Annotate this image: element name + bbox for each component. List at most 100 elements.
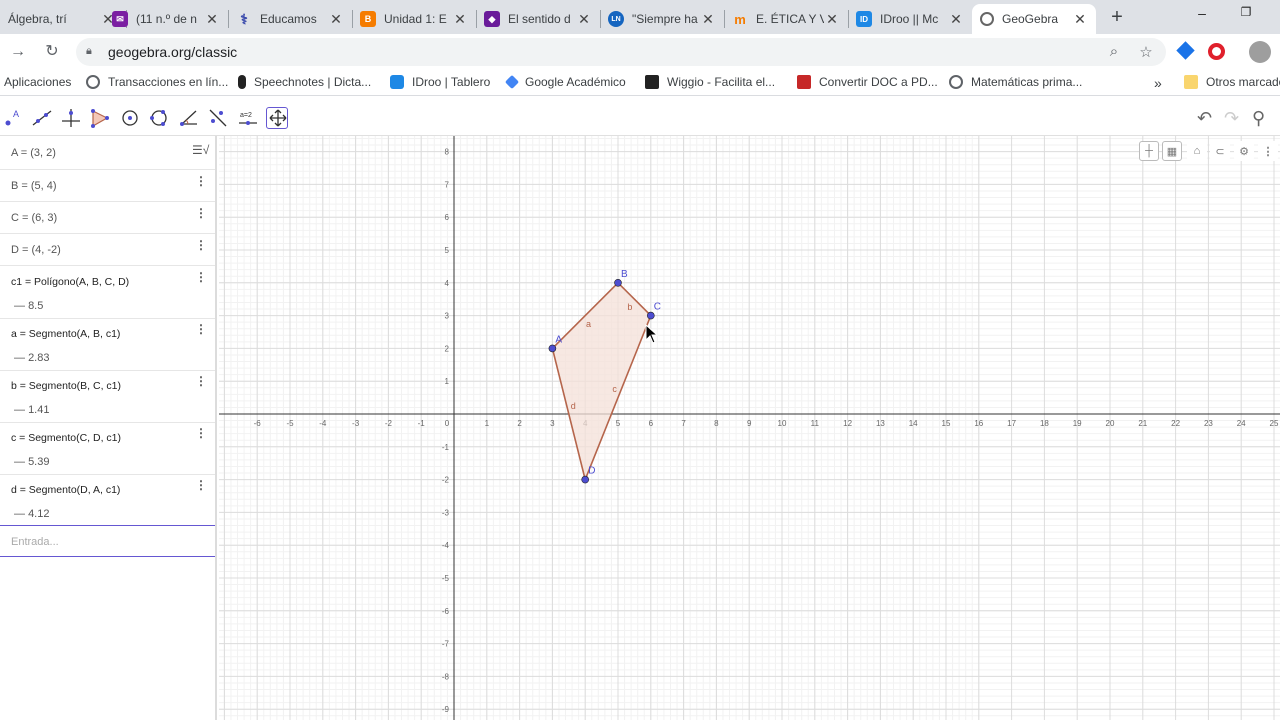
opera-icon[interactable] [1208,43,1225,60]
algebra-item[interactable]: C = (6, 3) ⋮ [0,202,215,234]
redo-icon[interactable]: ↷ [1224,108,1239,129]
y-tick-label: -2 [442,476,450,485]
minimize-icon[interactable]: – [1192,5,1212,21]
graphics-canvas[interactable]: -6-5-4-3-2-10123456789101112131415161718… [219,136,1280,720]
close-icon[interactable]: ✕ [576,11,592,28]
perpendicular-tool-icon[interactable] [60,107,82,129]
algebra-item[interactable]: c = Segmento(C, D, c1) ⋮ — 5.39 [0,423,215,475]
bookmark-item[interactable]: Speechnotes | Dicta... [238,75,371,89]
more-options-icon[interactable]: ⋮ [195,174,207,188]
graphics-menu-icon[interactable]: ⋮ [1258,141,1278,161]
close-icon[interactable]: ✕ [1072,11,1088,28]
algebra-item[interactable]: c1 = Polígono(A, B, C, D) ⋮ — 8.5 [0,266,215,319]
settings-icon[interactable]: ⚙ [1234,141,1254,161]
point-capture-icon[interactable]: ⊂ [1210,141,1230,161]
more-options-icon[interactable]: ⋮ [195,206,207,220]
more-options-icon[interactable]: ⋮ [195,322,207,336]
tab-5[interactable]: LN "Siempre ha ✕ [600,4,724,34]
x-tick-label: 10 [778,419,787,428]
globe-icon [949,75,963,89]
geogebra-toolbar: A a=2 [0,100,1280,136]
close-icon[interactable]: ✕ [204,11,220,28]
more-options-icon[interactable]: ⋮ [195,374,207,388]
algebra-definition: c = Segmento(C, D, c1) [11,432,121,444]
reload-icon[interactable]: ↻ [42,42,62,62]
slider-tool-icon[interactable]: a=2 [237,107,259,129]
svg-text:A: A [13,109,19,119]
algebra-item[interactable]: d = Segmento(D, A, c1) ⋮ — 4.12 [0,475,215,525]
reflect-tool-icon[interactable] [207,107,229,129]
move-graphics-tool-icon[interactable] [266,107,288,129]
avatar[interactable] [1249,41,1271,63]
undo-icon[interactable]: ↶ [1197,108,1212,129]
tab-1[interactable]: ✉ (11 n.º de n ✕ [104,4,228,34]
bookmark-item[interactable]: Matemáticas prima... [949,75,1082,89]
circle-three-points-tool-icon[interactable] [148,107,170,129]
algebra-item[interactable]: A = (3, 2) [0,136,215,170]
new-tab-button[interactable]: + [1106,6,1128,29]
bookmark-item[interactable]: IDroo | Tablero [390,75,490,89]
tab-title: IDroo || Mc [880,12,939,26]
close-icon[interactable]: ✕ [824,11,840,28]
bookmark-item[interactable]: Convertir DOC a PD... [797,75,938,89]
point-D[interactable] [581,475,590,484]
tab-7[interactable]: ID IDroo || Mc ✕ [848,4,972,34]
more-options-icon[interactable]: ⋮ [195,270,207,284]
tab-title: "Siempre ha [632,12,698,26]
x-tick-label: 13 [876,419,885,428]
tab-8-active[interactable]: GeoGebra ✕ [972,4,1096,34]
x-tick-label: -1 [418,419,426,428]
algebra-value-text: 4.12 [28,508,50,520]
x-tick-label: 1 [485,419,490,428]
tab-4[interactable]: ◆ El sentido d ✕ [476,4,600,34]
zoom-icon[interactable]: ⌕ [1105,43,1123,61]
other-bookmarks[interactable]: Otros marcadores [1184,75,1280,89]
bookmark-item[interactable]: Transacciones en lín... [86,75,228,89]
x-tick-label: 12 [843,419,852,428]
point-B[interactable] [614,279,622,287]
grid-toggle-icon[interactable]: ▦ [1162,141,1182,161]
line-tool-icon[interactable] [31,107,53,129]
bookmark-apps[interactable]: Aplicaciones [4,75,71,89]
tab-6[interactable]: m E. ÉTICA Y V ✕ [724,4,848,34]
address-bar[interactable]: 🔒︎ geogebra.org/classic [76,38,1166,66]
bookmark-item[interactable]: Google Académico [504,74,626,90]
algebra-item[interactable]: b = Segmento(B, C, c1) ⋮ — 1.41 [0,371,215,423]
axes-toggle-icon[interactable]: ┼ [1139,141,1159,161]
bookmark-item[interactable]: Wiggio - Facilita el... [645,75,775,89]
point-tool-icon[interactable]: A [2,107,24,129]
bookmark-label: Wiggio - Facilita el... [667,75,776,89]
input-bar[interactable]: Entrada... [0,525,215,557]
more-options-icon[interactable]: ⋮ [195,426,207,440]
x-tick-label: -2 [385,419,393,428]
circle-tool-icon[interactable] [119,107,141,129]
close-icon[interactable]: ✕ [948,11,964,28]
point-A[interactable] [548,344,557,353]
lock-icon: 🔒︎ [86,45,92,57]
point-C[interactable] [646,311,655,320]
home-icon[interactable]: ⌂ [1187,141,1207,161]
bookmarks-overflow-button[interactable]: » [1154,75,1162,91]
bookmark-label: Aplicaciones [4,75,72,89]
algebra-item[interactable]: B = (5, 4) ⋮ [0,170,215,202]
convert-icon [797,75,811,89]
search-icon[interactable]: ⚲ [1252,108,1265,129]
star-icon[interactable]: ☆ [1137,43,1155,61]
close-icon[interactable]: ✕ [328,11,344,28]
x-tick-label: 17 [1007,419,1016,428]
forward-icon[interactable]: → [8,42,28,62]
polygon-tool-icon[interactable] [89,107,111,129]
algebra-sort-icon[interactable]: ☰√ [192,143,209,157]
close-icon[interactable]: ✕ [700,11,716,28]
tab-2[interactable]: ⚕ Educamos ✕ [228,4,352,34]
more-options-icon[interactable]: ⋮ [195,478,207,492]
restore-icon[interactable]: ❐ [1236,5,1256,19]
angle-tool-icon[interactable] [178,107,200,129]
close-icon[interactable]: ✕ [452,11,468,28]
algebra-item[interactable]: D = (4, -2) ⋮ [0,234,215,266]
point-label: D [588,466,595,477]
algebra-item[interactable]: a = Segmento(A, B, c1) ⋮ — 2.83 [0,319,215,371]
tab-3[interactable]: B Unidad 1: E ✕ [352,4,476,34]
more-options-icon[interactable]: ⋮ [195,238,207,252]
graphics-view[interactable]: -6-5-4-3-2-10123456789101112131415161718… [219,136,1280,720]
